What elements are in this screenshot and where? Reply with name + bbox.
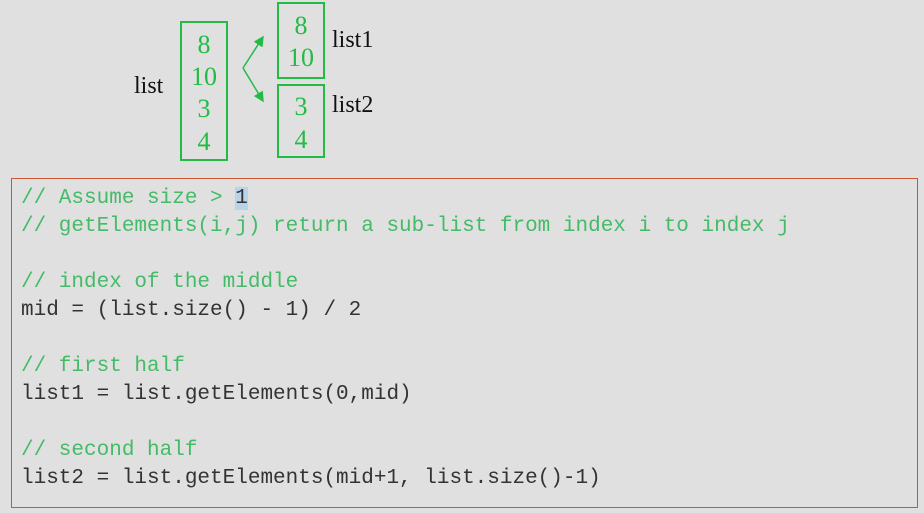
list1-box: 8 10	[277, 2, 325, 79]
list2-box: 3 4	[277, 84, 325, 158]
code-comment-getelements: // getElements(i,j) return a sub-list fr…	[21, 215, 790, 238]
list2-item: 4	[294, 125, 308, 154]
list2-item: 3	[294, 92, 308, 121]
code-comment-middle: // index of the middle	[21, 271, 299, 294]
code-list2-assignment: list2 = list.getElements(mid+1, list.siz…	[21, 467, 601, 490]
code-comment-second-half: // second half	[21, 439, 198, 462]
list1-item: 10	[288, 43, 314, 72]
code-comment-first-half: // first half	[21, 355, 185, 378]
selected-text: 1	[235, 187, 248, 210]
list2-label: list2	[332, 92, 374, 118]
code-list1-assignment: list1 = list.getElements(0,mid)	[21, 383, 412, 406]
code-mid-assignment: mid = (list.size() - 1) / 2	[21, 299, 362, 322]
code-comment-assume: // Assume size > 1	[21, 187, 248, 210]
arrow-to-list1	[242, 35, 264, 69]
arrow-to-list2	[242, 67, 264, 103]
code-block: // Assume size > 1 // getElements(i,j) r…	[11, 178, 918, 508]
list1-item: 8	[294, 11, 308, 40]
split-arrows	[242, 35, 264, 103]
list1-label: list1	[332, 27, 374, 53]
code-comment-text: // Assume size >	[21, 187, 236, 210]
